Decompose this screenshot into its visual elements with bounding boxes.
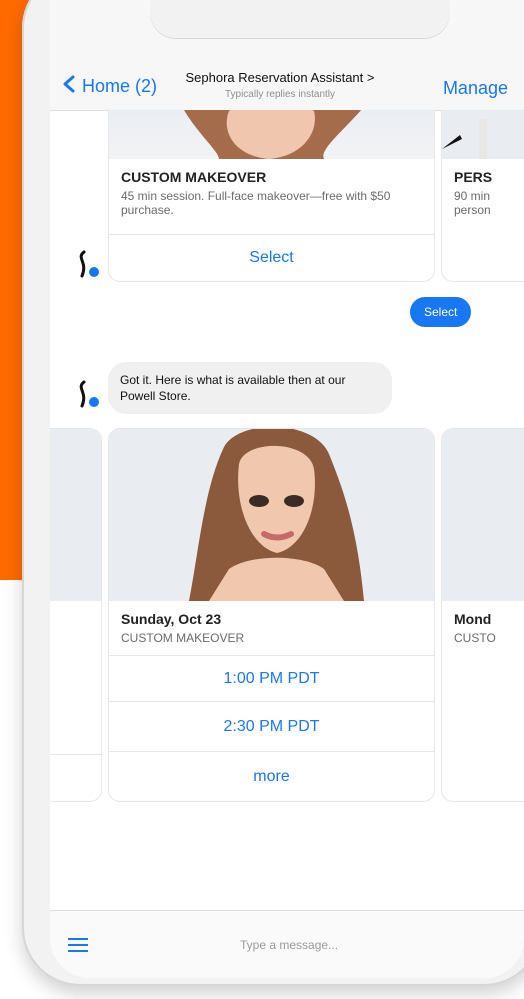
model-image <box>109 110 434 159</box>
model-image <box>50 429 101 601</box>
assistant-status: Typically replies instantly <box>224 89 336 100</box>
messenger-screen: Home (2) Sephora Reservation Assistant >… <box>50 0 524 978</box>
manage-button[interactable]: Manage <box>443 78 508 99</box>
time-slot-button[interactable]: 2:30 PM PDT <box>109 701 434 752</box>
chat-title[interactable]: Sephora Reservation Assistant > Typicall… <box>160 70 400 100</box>
time-slot-button[interactable]: 1:00 PM PDT <box>109 655 434 702</box>
service-description: 90 min person <box>454 189 491 217</box>
phone-notch <box>150 0 450 38</box>
back-label: Home (2) <box>82 76 158 96</box>
availability-service: CUSTO <box>454 631 496 645</box>
chevron-left-icon <box>62 75 76 98</box>
chat-header: Home (2) Sephora Reservation Assistant >… <box>50 0 524 111</box>
service-card: CUSTOM MAKEOVER 45 min session. Full-fac… <box>108 110 435 282</box>
service-card: PERS 90 min person <box>441 110 524 282</box>
model-image <box>109 429 434 601</box>
availability-card: Sunday, Oct 23 CUSTOM MAKEOVER 1:00 PM P… <box>108 428 435 802</box>
availability-service: CUSTOM MAKEOVER <box>121 631 245 645</box>
assistant-name: Sephora Reservation Assistant > <box>185 70 375 85</box>
more-times-button[interactable]: more <box>109 751 434 801</box>
service-title: PERS <box>454 169 493 185</box>
availability-day: Mond <box>454 611 492 627</box>
availability-day: Sunday, Oct 23 <box>121 611 222 627</box>
model-image <box>442 429 524 601</box>
message-composer: Type a message... <box>50 910 524 978</box>
assistant-avatar <box>74 380 102 409</box>
product-image <box>442 110 524 159</box>
back-button[interactable]: Home (2) <box>62 75 157 98</box>
assistant-message: Got it. Here is what is available then a… <box>108 362 392 414</box>
service-description: 45 min session. Full-face makeover—free … <box>121 189 391 217</box>
service-select-button[interactable]: Select <box>109 234 434 281</box>
availability-more-button[interactable] <box>50 754 101 801</box>
availability-card <box>50 428 102 802</box>
menu-icon[interactable] <box>68 937 88 953</box>
message-input[interactable]: Type a message... <box>240 938 338 952</box>
chat-area[interactable]: CUSTOM MAKEOVER 45 min session. Full-fac… <box>50 110 524 910</box>
user-message: Select <box>410 297 472 327</box>
service-title: CUSTOM MAKEOVER <box>121 169 267 185</box>
availability-card: Mond CUSTO <box>441 428 524 802</box>
assistant-avatar <box>74 250 102 279</box>
